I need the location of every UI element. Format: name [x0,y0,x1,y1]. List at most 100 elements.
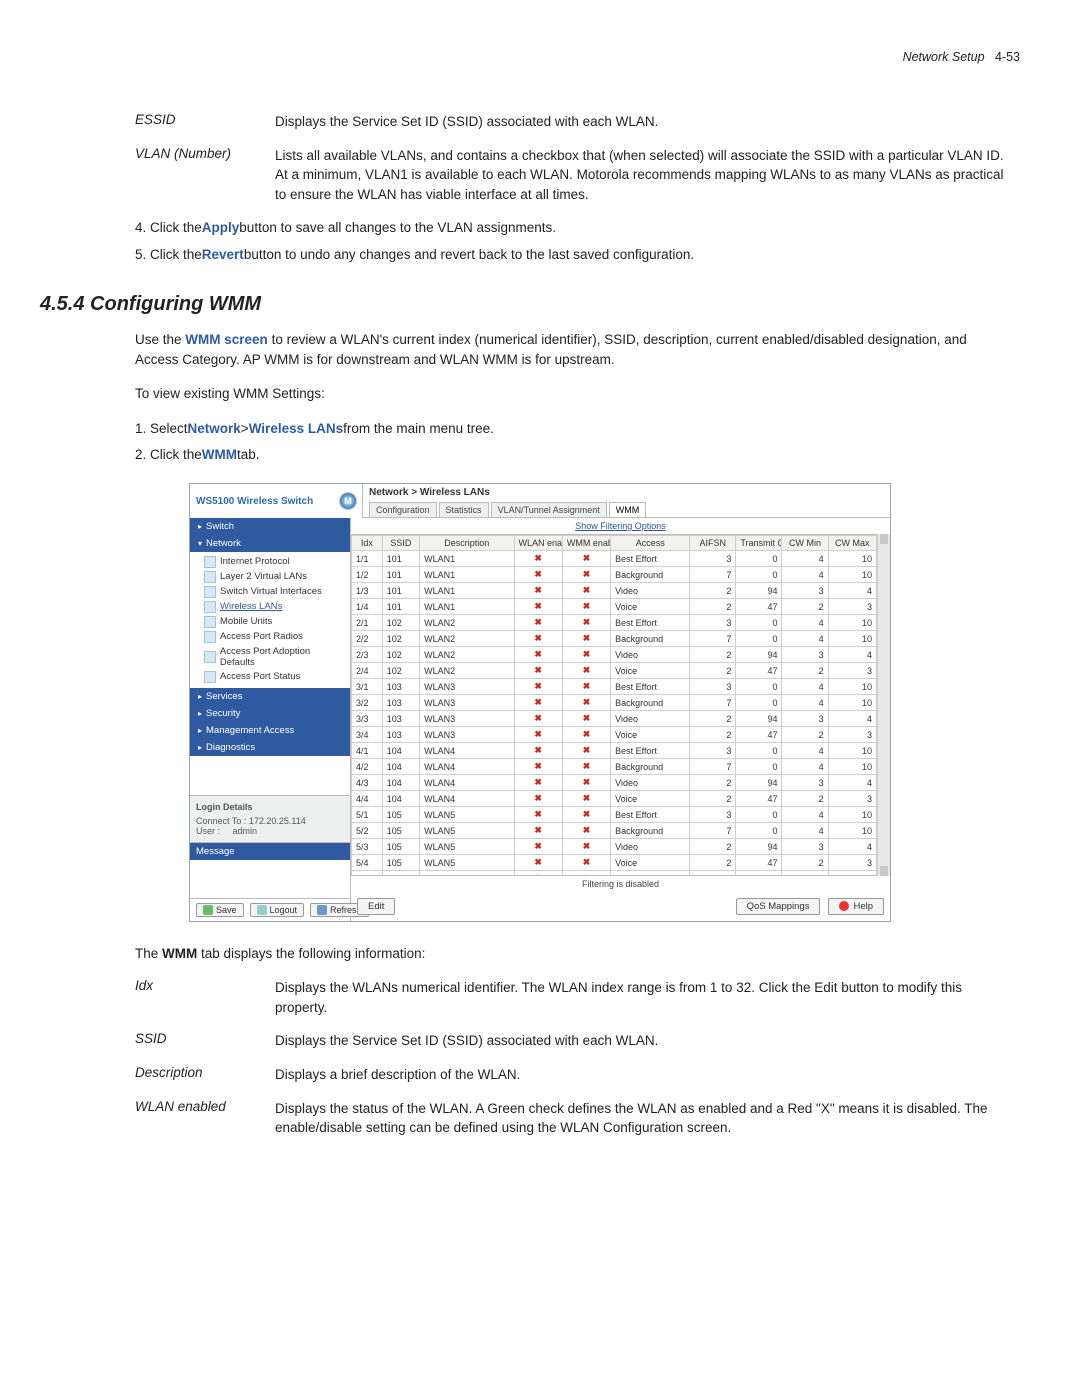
x-disabled-icon: ✖ [519,777,558,788]
x-disabled-icon: ✖ [519,553,558,564]
nav-item-label: Access Port Radios [220,631,303,642]
wmm-table[interactable]: IdxSSIDDescriptionWLAN enabledWMM enable… [351,535,877,876]
help-icon [839,901,849,911]
nav-item-switch-virtual-interfaces[interactable]: Switch Virtual Interfaces [204,584,346,599]
table-row[interactable]: 3/3103WLAN3✖✖Video29434 [352,711,877,727]
tree-node-icon [204,571,216,583]
tab-configuration[interactable]: Configuration [369,502,437,517]
edit-button[interactable]: Edit [357,898,395,915]
table-row[interactable]: 1/1101WLAN1✖✖Best Effort30410 [352,551,877,567]
nav-group-label: Security [206,708,240,719]
definition-term: Idx [135,978,275,1017]
x-disabled-icon: ✖ [519,841,558,852]
nav-item-internet-protocol[interactable]: Internet Protocol [204,554,346,569]
step-4: 4. Click the Apply button to save all ch… [135,218,1010,238]
table-row[interactable]: 4/4104WLAN4✖✖Voice24723 [352,791,877,807]
tree-node-icon [204,671,216,683]
nav-group-management-access[interactable]: ▸Management Access [190,722,350,739]
column-header[interactable]: Idx [352,536,383,551]
x-disabled-icon: ✖ [567,745,606,756]
column-header[interactable]: Description [420,536,514,551]
show-filtering-link[interactable]: Show Filtering Options [575,521,666,531]
column-header[interactable]: SSID [382,536,419,551]
message-body [190,860,350,899]
column-header[interactable]: CW Max [828,536,876,551]
product-name: WS5100 Wireless Switch [196,496,313,507]
nav-group-services[interactable]: ▸Services [190,688,350,705]
table-row[interactable]: 1/2101WLAN1✖✖Background70410 [352,567,877,583]
wmm-screen-label: WMM screen [185,332,268,347]
nav-item-mobile-units[interactable]: Mobile Units [204,614,346,629]
x-disabled-icon: ✖ [567,777,606,788]
x-disabled-icon: ✖ [567,825,606,836]
x-disabled-icon: ✖ [567,633,606,644]
chevron-right-icon: ▸ [198,522,202,531]
table-row[interactable]: 2/2102WLAN2✖✖Background70410 [352,631,877,647]
nav-group-label: Management Access [206,725,294,736]
nav-item-label: Switch Virtual Interfaces [220,586,322,597]
column-header[interactable]: Access [611,536,690,551]
column-header[interactable]: WLAN enabled [514,536,562,551]
nav-item-wireless-lans[interactable]: Wireless LANs [204,599,346,614]
table-row[interactable]: 1/3101WLAN1✖✖Video29434 [352,583,877,599]
qos-mappings-button[interactable]: QoS Mappings [736,898,821,915]
x-disabled-icon: ✖ [567,857,606,868]
table-row[interactable]: 4/2104WLAN4✖✖Background70410 [352,759,877,775]
nav-item-access-port-adoption-defaults[interactable]: Access Port Adoption Defaults [204,644,346,669]
tab-wmm[interactable]: WMM [609,502,647,517]
tree-node-icon [204,631,216,643]
nav-item-label: Access Port Status [220,671,300,682]
table-row[interactable]: 4/3104WLAN4✖✖Video29434 [352,775,877,791]
table-row[interactable]: 4/1104WLAN4✖✖Best Effort30410 [352,743,877,759]
scrollbar[interactable] [877,534,890,876]
nav-group-network[interactable]: ▾Network [190,535,350,552]
table-row[interactable]: 5/4105WLAN5✖✖Voice24723 [352,855,877,871]
table-row[interactable]: 5/1105WLAN5✖✖Best Effort30410 [352,807,877,823]
table-row[interactable]: 2/3102WLAN2✖✖Video29434 [352,647,877,663]
chevron-right-icon: ▸ [198,709,202,718]
column-header[interactable]: CW Min [782,536,828,551]
table-row[interactable]: 1/4101WLAN1✖✖Voice24723 [352,599,877,615]
nav-group-diagnostics[interactable]: ▸Diagnostics [190,739,350,756]
definition-body: Lists all available VLANs, and contains … [275,146,1010,205]
nav-item-layer-2-virtual-lans[interactable]: Layer 2 Virtual LANs [204,569,346,584]
column-header[interactable]: WMM enabled [562,536,610,551]
nav-group-label: Switch [206,521,234,532]
filter-note: Filtering is disabled [351,876,890,892]
breadcrumb: Network > Wireless LANs [369,487,884,498]
tab-statistics[interactable]: Statistics [439,502,489,517]
nav-group-label: Diagnostics [206,742,255,753]
chevron-right-icon: ▸ [198,692,202,701]
table-row[interactable]: 6/1106WLAN6✖✖Best Effort30410 [352,871,877,877]
nav-group-security[interactable]: ▸ Security [190,705,350,722]
nav-group-label: Network [206,538,241,549]
x-disabled-icon: ✖ [519,793,558,804]
definition-row: WLAN enabledDisplays the status of the W… [135,1099,1010,1138]
table-row[interactable]: 2/1102WLAN2✖✖Best Effort30410 [352,615,877,631]
table-row[interactable]: 3/2103WLAN3✖✖Background70410 [352,695,877,711]
x-disabled-icon: ✖ [567,585,606,596]
column-header[interactable]: AIFSN [690,536,736,551]
apply-keyword: Apply [202,218,240,238]
help-button[interactable]: Help [828,898,884,915]
definition-term: SSID [135,1031,275,1051]
tree-node-icon [204,651,216,663]
logout-button[interactable]: Logout [250,903,305,917]
nav-group-switch[interactable]: ▸ Switch [190,518,350,535]
table-row[interactable]: 5/2105WLAN5✖✖Background70410 [352,823,877,839]
x-disabled-icon: ✖ [567,601,606,612]
revert-keyword: Revert [202,245,244,265]
table-row[interactable]: 2/4102WLAN2✖✖Voice24723 [352,663,877,679]
x-disabled-icon: ✖ [519,729,558,740]
table-row[interactable]: 3/1103WLAN3✖✖Best Effort30410 [352,679,877,695]
table-row[interactable]: 3/4103WLAN3✖✖Voice24723 [352,727,877,743]
x-disabled-icon: ✖ [519,873,558,876]
nav-item-access-port-status[interactable]: Access Port Status [204,669,346,684]
table-row[interactable]: 5/3105WLAN5✖✖Video29434 [352,839,877,855]
tab-vlan-tunnel-assignment[interactable]: VLAN/Tunnel Assignment [491,502,607,517]
x-disabled-icon: ✖ [567,729,606,740]
column-header[interactable]: Transmit Ops [736,536,782,551]
main-panel: Show Filtering Options IdxSSIDDescriptio… [351,518,890,921]
save-button[interactable]: Save [196,903,244,917]
nav-item-access-port-radios[interactable]: Access Port Radios [204,629,346,644]
